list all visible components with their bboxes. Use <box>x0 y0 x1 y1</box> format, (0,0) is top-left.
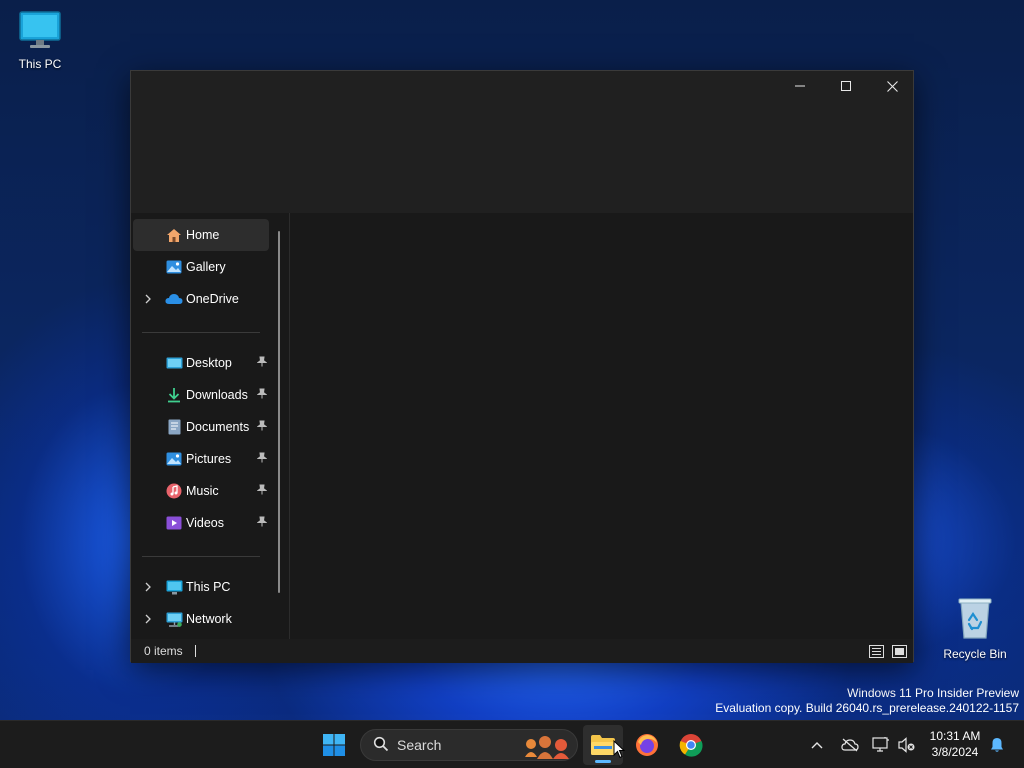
cloud-icon <box>163 291 185 307</box>
volume-muted-icon <box>898 737 915 753</box>
nav-item-documents[interactable]: Documents <box>133 411 269 443</box>
nav-scrollbar[interactable] <box>278 231 280 593</box>
nav-item-downloads[interactable]: Downloads <box>133 379 269 411</box>
nav-item-onedrive[interactable]: OneDrive <box>133 283 269 315</box>
minimize-icon <box>795 85 805 87</box>
large-icons-view-icon <box>891 644 907 658</box>
details-view-icon <box>868 644 884 658</box>
nav-item-label: Home <box>186 228 220 242</box>
gallery-icon <box>163 259 185 275</box>
nav-item-videos[interactable]: Videos <box>133 507 269 539</box>
notifications-button[interactable] <box>987 735 1007 755</box>
start-icon <box>323 734 345 756</box>
nav-separator <box>142 332 260 333</box>
onedrive-offline-icon <box>841 738 859 752</box>
evaluation-watermark: Windows 11 Pro Insider Preview Evaluatio… <box>715 686 1019 716</box>
nav-item-desktop[interactable]: Desktop <box>133 347 269 379</box>
expand-chevron-icon[interactable] <box>133 614 163 624</box>
nav-item-label: Music <box>186 484 219 498</box>
title-bar[interactable] <box>131 71 913 213</box>
clock-date: 3/8/2024 <box>931 745 979 759</box>
nav-separator <box>142 556 260 557</box>
start-button[interactable] <box>314 725 354 765</box>
status-item-count: 0 items <box>144 644 183 658</box>
active-app-indicator <box>595 760 611 763</box>
nav-item-this-pc[interactable]: This PC <box>133 571 269 603</box>
show-hidden-icons-button[interactable] <box>807 735 827 755</box>
nav-item-label: Videos <box>186 516 224 530</box>
music-icon <box>163 483 185 499</box>
expand-chevron-icon[interactable] <box>133 294 163 304</box>
taskbar-firefox[interactable] <box>627 725 667 765</box>
clock-time: 10:31 AM <box>929 729 981 743</box>
taskbar-search[interactable]: Search <box>360 729 578 761</box>
monitor-icon <box>163 579 185 595</box>
watermark-line-1: Windows 11 Pro Insider Preview <box>847 686 1019 700</box>
search-label: Search <box>397 737 442 753</box>
nav-item-label: Downloads <box>186 388 248 402</box>
nav-item-label: This PC <box>186 580 231 594</box>
taskbar-chrome[interactable] <box>671 725 711 765</box>
network-tray-button[interactable] <box>871 735 891 755</box>
nav-item-label: Desktop <box>186 356 232 370</box>
navigation-pane: Home Gallery OneDrive Desktop Downloads … <box>131 213 281 639</box>
desktop-folder-icon <box>163 355 185 371</box>
taskbar-clock[interactable]: 10:31 AM 3/8/2024 <box>922 728 988 760</box>
search-highlight-art-icon <box>521 733 573 762</box>
close-icon <box>886 80 898 92</box>
close-button[interactable] <box>869 71 915 101</box>
expand-chevron-icon[interactable] <box>133 582 163 592</box>
network-icon <box>163 611 185 627</box>
onedrive-tray-button[interactable] <box>840 735 860 755</box>
document-icon <box>163 419 185 435</box>
network-icon <box>872 737 889 752</box>
download-icon <box>163 387 185 403</box>
pin-icon <box>256 484 268 498</box>
chrome-icon <box>679 734 703 757</box>
nav-item-label: Gallery <box>186 260 226 274</box>
volume-tray-button[interactable] <box>897 735 917 755</box>
recycle-bin-icon <box>935 596 1015 643</box>
nav-item-network[interactable]: Network <box>133 603 269 635</box>
nav-item-label: OneDrive <box>186 292 239 306</box>
desktop-icon-label: This PC <box>18 57 62 71</box>
nav-item-label: Pictures <box>186 452 232 466</box>
pin-icon <box>256 356 268 370</box>
desktop-icon-this-pc[interactable]: This PC <box>0 10 80 71</box>
pin-icon <box>256 388 268 402</box>
maximize-button[interactable] <box>823 71 869 101</box>
desktop-icon-recycle-bin[interactable]: Recycle Bin <box>935 596 1015 661</box>
pin-icon <box>256 420 268 434</box>
search-icon <box>373 736 389 755</box>
mouse-cursor-icon <box>613 739 626 762</box>
videos-icon <box>163 515 185 531</box>
maximize-icon <box>841 81 851 91</box>
nav-item-gallery[interactable]: Gallery <box>133 251 269 283</box>
file-explorer-window: Home Gallery OneDrive Desktop Downloads … <box>130 70 914 663</box>
notification-bell-icon <box>991 738 1003 752</box>
nav-item-label: Documents <box>186 420 250 434</box>
home-icon <box>163 227 185 243</box>
firefox-icon <box>636 734 658 756</box>
status-separator <box>194 645 196 657</box>
pin-icon <box>256 516 268 530</box>
nav-item-label: Network <box>186 612 232 626</box>
pictures-icon <box>163 451 185 467</box>
explorer-body: Home Gallery OneDrive Desktop Downloads … <box>131 213 913 639</box>
pin-icon <box>256 452 268 466</box>
watermark-line-2: Evaluation copy. Build 26040.rs_prerelea… <box>715 701 1019 715</box>
desktop-icon-label: Recycle Bin <box>943 647 1007 661</box>
monitor-icon <box>0 10 80 53</box>
nav-item-pictures[interactable]: Pictures <box>133 443 269 475</box>
nav-item-home[interactable]: Home <box>133 219 269 251</box>
chevron-up-icon <box>811 742 823 749</box>
taskbar: Search 10:31 AM 3/8/2024 <box>0 720 1024 768</box>
nav-item-music[interactable]: Music <box>133 475 269 507</box>
content-pane[interactable] <box>290 213 913 639</box>
status-bar: 0 items <box>131 639 913 663</box>
large-icons-view-button[interactable] <box>890 643 908 659</box>
details-view-button[interactable] <box>867 643 885 659</box>
minimize-button[interactable] <box>777 71 823 101</box>
